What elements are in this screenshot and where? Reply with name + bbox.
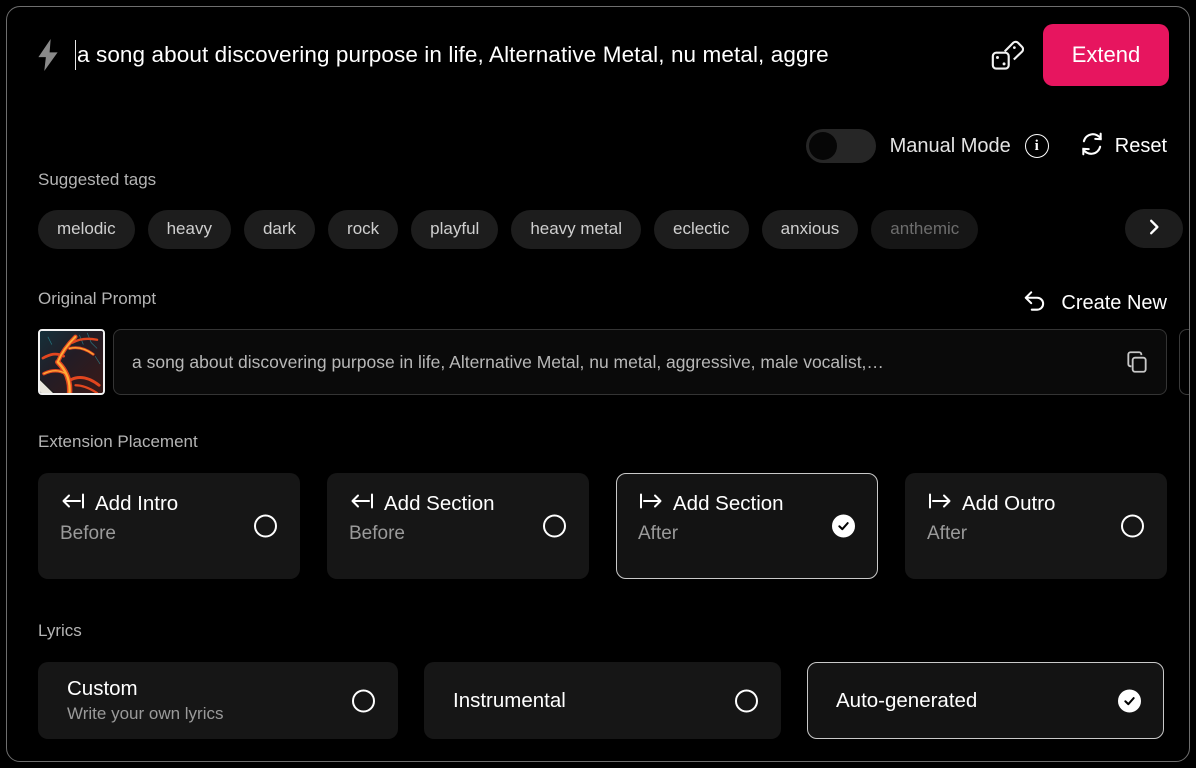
lyrics-label: Lyrics: [38, 621, 82, 640]
manual-mode-row: Manual Mode i Reset: [805, 129, 1167, 163]
extension-option-add-section-before[interactable]: Add Section Before: [327, 473, 589, 579]
extension-option-title: Add Outro: [962, 492, 1056, 515]
prompt-input[interactable]: a song about discovering purpose in life…: [75, 25, 979, 85]
extension-option-radio[interactable]: [254, 514, 277, 538]
extension-option-add-intro-before[interactable]: Add Intro Before: [38, 473, 300, 579]
toggle-knob: [808, 132, 837, 160]
extension-option-title: Add Intro: [95, 492, 179, 515]
bar-to-arrow-right-icon: [927, 491, 953, 517]
lyrics-option-instrumental[interactable]: Instrumental: [424, 662, 781, 739]
original-prompt-label: Original Prompt: [38, 289, 157, 308]
extension-option-add-section-after[interactable]: Add Section After: [616, 473, 878, 579]
manual-mode-toggle[interactable]: [805, 129, 876, 163]
lyrics-option-auto-generated[interactable]: Auto-generated: [807, 662, 1164, 739]
lyrics-row: Custom Write your own lyrics Instrumenta…: [38, 662, 1172, 739]
lyrics-option-title: Instrumental: [453, 688, 566, 712]
tag-chip[interactable]: eclectic: [653, 209, 749, 249]
lyrics-option-radio[interactable]: [352, 689, 375, 712]
arrow-left-to-bar-icon: [349, 491, 375, 517]
original-prompt-row: a song about discovering purpose in life…: [38, 329, 1167, 395]
reset-label: Reset: [1114, 134, 1167, 157]
lyrics-option-radio[interactable]: [1118, 689, 1141, 712]
undo-arrow-icon: [1022, 289, 1048, 318]
tag-chip[interactable]: melodic: [38, 209, 135, 249]
manual-mode-label: Manual Mode: [889, 134, 1011, 157]
refresh-reset-icon: [1079, 131, 1105, 162]
reset-button[interactable]: Reset: [1079, 131, 1167, 162]
info-icon[interactable]: i: [1024, 134, 1049, 158]
lightning-bolt-icon: [25, 39, 71, 71]
tag-chip[interactable]: dark: [243, 209, 316, 249]
tags-scroll-next-button[interactable]: [1125, 209, 1183, 248]
extension-option-title: Add Section: [673, 492, 784, 515]
text-caret: [75, 40, 76, 70]
prompt-toolbar: a song about discovering purpose in life…: [7, 7, 1189, 103]
extension-placement-label: Extension Placement: [38, 432, 198, 451]
song-artwork-thumbnail[interactable]: [38, 329, 105, 395]
lyrics-option-radio[interactable]: [735, 689, 758, 712]
tag-chip[interactable]: anthemic: [871, 209, 979, 249]
tag-chip[interactable]: anxious: [761, 209, 859, 249]
extend-button[interactable]: Extend: [1043, 24, 1169, 86]
clipped-edge-element: [1179, 329, 1189, 395]
extension-option-radio[interactable]: [543, 514, 566, 538]
extension-placement-row: Add Intro Before Add Section Before Add …: [38, 473, 1172, 579]
extension-option-radio[interactable]: [1121, 514, 1144, 538]
lyrics-option-sub: Write your own lyrics: [67, 704, 224, 723]
suggested-tags-label: Suggested tags: [38, 170, 157, 189]
lyrics-option-custom[interactable]: Custom Write your own lyrics: [38, 662, 398, 739]
create-new-button[interactable]: Create New: [1022, 289, 1167, 318]
lyrics-option-title: Auto-generated: [836, 688, 978, 712]
lyrics-option-title: Custom: [67, 677, 138, 700]
dice-randomize-icon[interactable]: [985, 33, 1029, 77]
create-new-label: Create New: [1061, 292, 1167, 314]
tag-chip[interactable]: heavy metal: [511, 209, 641, 249]
original-prompt-text: a song about discovering purpose in life…: [132, 351, 884, 372]
suggested-tags-row: melodic heavy dark rock playful heavy me…: [38, 209, 1173, 249]
tag-chip[interactable]: playful: [411, 209, 499, 249]
extension-option-radio[interactable]: [832, 514, 855, 538]
extend-song-panel: a song about discovering purpose in life…: [6, 6, 1190, 762]
tag-chip[interactable]: heavy: [147, 209, 231, 249]
prompt-input-value: a song about discovering purpose in life…: [77, 42, 829, 67]
tag-chip[interactable]: rock: [328, 209, 399, 249]
bar-to-arrow-right-icon: [638, 491, 664, 517]
copy-icon[interactable]: [1122, 347, 1152, 377]
arrow-left-to-bar-icon: [60, 491, 86, 517]
extension-option-add-outro-after[interactable]: Add Outro After: [905, 473, 1167, 579]
original-prompt-field[interactable]: a song about discovering purpose in life…: [113, 329, 1167, 395]
extension-option-title: Add Section: [384, 492, 495, 515]
chevron-right-icon: [1145, 218, 1163, 239]
